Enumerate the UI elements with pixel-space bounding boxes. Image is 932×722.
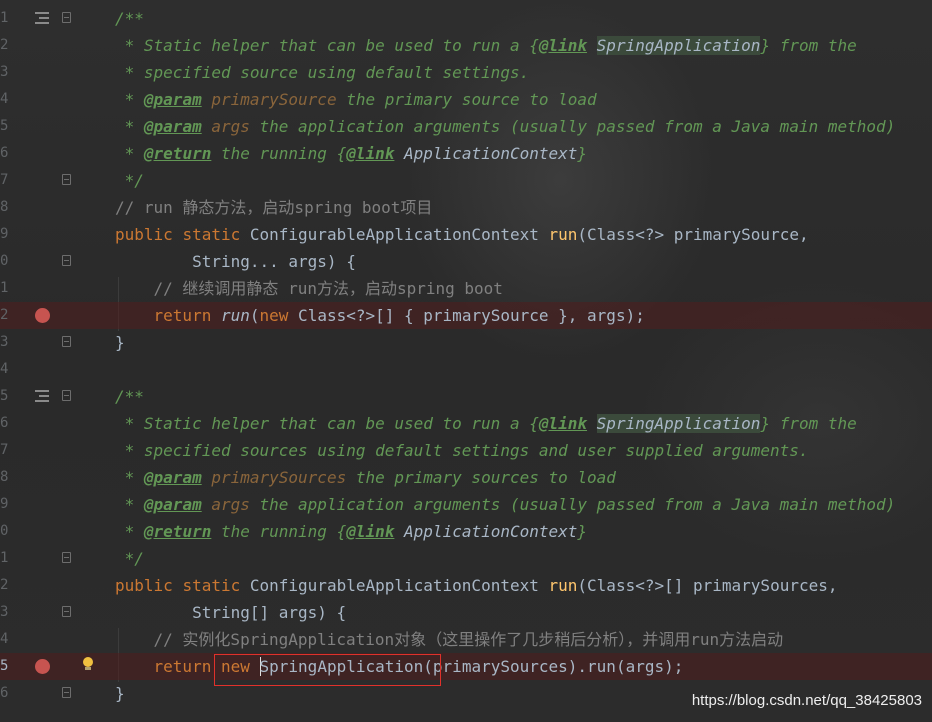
line-comment: // 实例化SpringApplication对象（这里操作了几步稍后分析），并… [115,630,784,649]
code-line: 1 */ [0,545,932,572]
code-line: 4 * @param primarySource the primary sou… [0,86,932,113]
line-number: 0 [0,253,9,269]
line-number: 2 [0,37,9,53]
line-number: 4 [0,631,9,647]
fold-icon[interactable] [62,336,71,347]
code-line: 7 */ [0,167,932,194]
method-params-continued: String[] args) { [115,603,347,622]
fold-icon[interactable] [62,390,71,401]
code-line: 1 // 继续调用静态 run方法，启动spring boot [0,275,932,302]
code-line: 8 // run 静态方法，启动spring boot项目 [0,194,932,221]
line-number: 6 [0,415,9,431]
line-number: 4 [0,91,9,107]
code-editor[interactable]: 1 /** 2 * Static helper that can be used… [0,0,932,722]
method-signature: public static ConfigurableApplicationCon… [115,225,809,244]
method-name: run [548,576,578,595]
line-number: 0 [0,523,9,539]
breakpoint-icon[interactable] [35,659,50,674]
line-number: 7 [0,442,9,458]
doc-comment-line: * Static helper that can be used to run … [115,36,857,55]
method-signature: public static ConfigurableApplicationCon… [115,576,838,595]
doc-comment-close: */ [115,171,144,190]
doc-link: SpringApplication [596,414,761,433]
doc-comment-open: /** [115,9,144,28]
doc-comment-close: */ [115,549,144,568]
return-statement: return run(new Class<?>[] { primarySourc… [153,306,645,325]
doc-comment-line: * @param args the application arguments … [115,495,896,514]
doc-comment-icon[interactable] [35,390,49,402]
code-line-breakpoint: 5 return new SpringApplication(primarySo… [0,653,932,680]
line-number: 8 [0,199,9,215]
code-line: 0 String... args) { [0,248,932,275]
doc-comment-icon[interactable] [35,12,49,24]
doc-comment-line: * specified sources using default settin… [115,441,809,460]
line-number: 3 [0,604,9,620]
fold-icon[interactable] [62,255,71,266]
code-line: 4 [0,356,932,383]
code-line: 9 public static ConfigurableApplicationC… [0,221,932,248]
line-number: 3 [0,334,9,350]
closing-brace: } [115,684,125,703]
code-line: 3 * specified source using default setti… [0,59,932,86]
watermark: https://blog.csdn.net/qq_38425803 [691,692,922,709]
doc-comment-line: * @param args the application arguments … [115,117,896,136]
closing-brace: } [115,333,125,352]
doc-comment-open: /** [115,387,144,406]
code-line: 4 // 实例化SpringApplication对象（这里操作了几步稍后分析）… [0,626,932,653]
intention-bulb-icon[interactable] [82,657,94,671]
code-line: 1 /** [0,5,932,32]
code-line: 5 /** [0,383,932,410]
class-reference[interactable]: SpringApplication [260,657,424,676]
method-name: run [548,225,578,244]
fold-icon[interactable] [62,174,71,185]
doc-comment-line: * @return the running {@link Application… [115,522,588,541]
doc-comment-line: * specified source using default setting… [115,63,530,82]
line-number: 8 [0,469,9,485]
line-number: 9 [0,496,9,512]
line-number: 4 [0,361,9,377]
code-line: 7 * specified sources using default sett… [0,437,932,464]
doc-comment-line: * Static helper that can be used to run … [115,414,857,433]
doc-link: SpringApplication [596,36,761,55]
line-number: 5 [0,658,9,674]
line-number: 6 [0,145,9,161]
doc-comment-line: * @return the running {@link Application… [115,144,588,163]
doc-tag: @link [538,36,588,55]
line-comment: // run 静态方法，启动spring boot项目 [115,198,433,217]
line-number: 5 [0,118,9,134]
code-line: 6 * Static helper that can be used to ru… [0,410,932,437]
breakpoint-icon[interactable] [35,308,50,323]
code-line: 9 * @param args the application argument… [0,491,932,518]
code-line: 6 * @return the running {@link Applicati… [0,140,932,167]
line-number: 7 [0,172,9,188]
line-number: 9 [0,226,9,242]
code-line: 3 } [0,329,932,356]
line-number: 2 [0,307,9,323]
doc-comment-line: * @param primarySources the primary sour… [115,468,616,487]
line-number: 2 [0,577,9,593]
code-line: 3 String[] args) { [0,599,932,626]
code-line: 2 public static ConfigurableApplicationC… [0,572,932,599]
fold-icon[interactable] [62,687,71,698]
line-number: 5 [0,388,9,404]
fold-icon[interactable] [62,552,71,563]
code-line: 2 * Static helper that can be used to ru… [0,32,932,59]
doc-comment-line: * @param primarySource the primary sourc… [115,90,597,109]
fold-icon[interactable] [62,12,71,23]
fold-icon[interactable] [62,606,71,617]
code-line-breakpoint: 2 return run(new Class<?>[] { primarySou… [0,302,932,329]
line-number: 1 [0,10,9,26]
line-number: 3 [0,64,9,80]
line-number: 1 [0,280,9,296]
line-number: 1 [0,550,9,566]
line-comment: // 继续调用静态 run方法，启动spring boot [115,279,503,298]
code-line: 0 * @return the running {@link Applicati… [0,518,932,545]
method-params-continued: String... args) { [115,252,356,271]
code-line: 8 * @param primarySources the primary so… [0,464,932,491]
return-statement: return new SpringApplication(primarySour… [153,657,684,676]
code-line: 5 * @param args the application argument… [0,113,932,140]
line-number: 6 [0,685,9,701]
